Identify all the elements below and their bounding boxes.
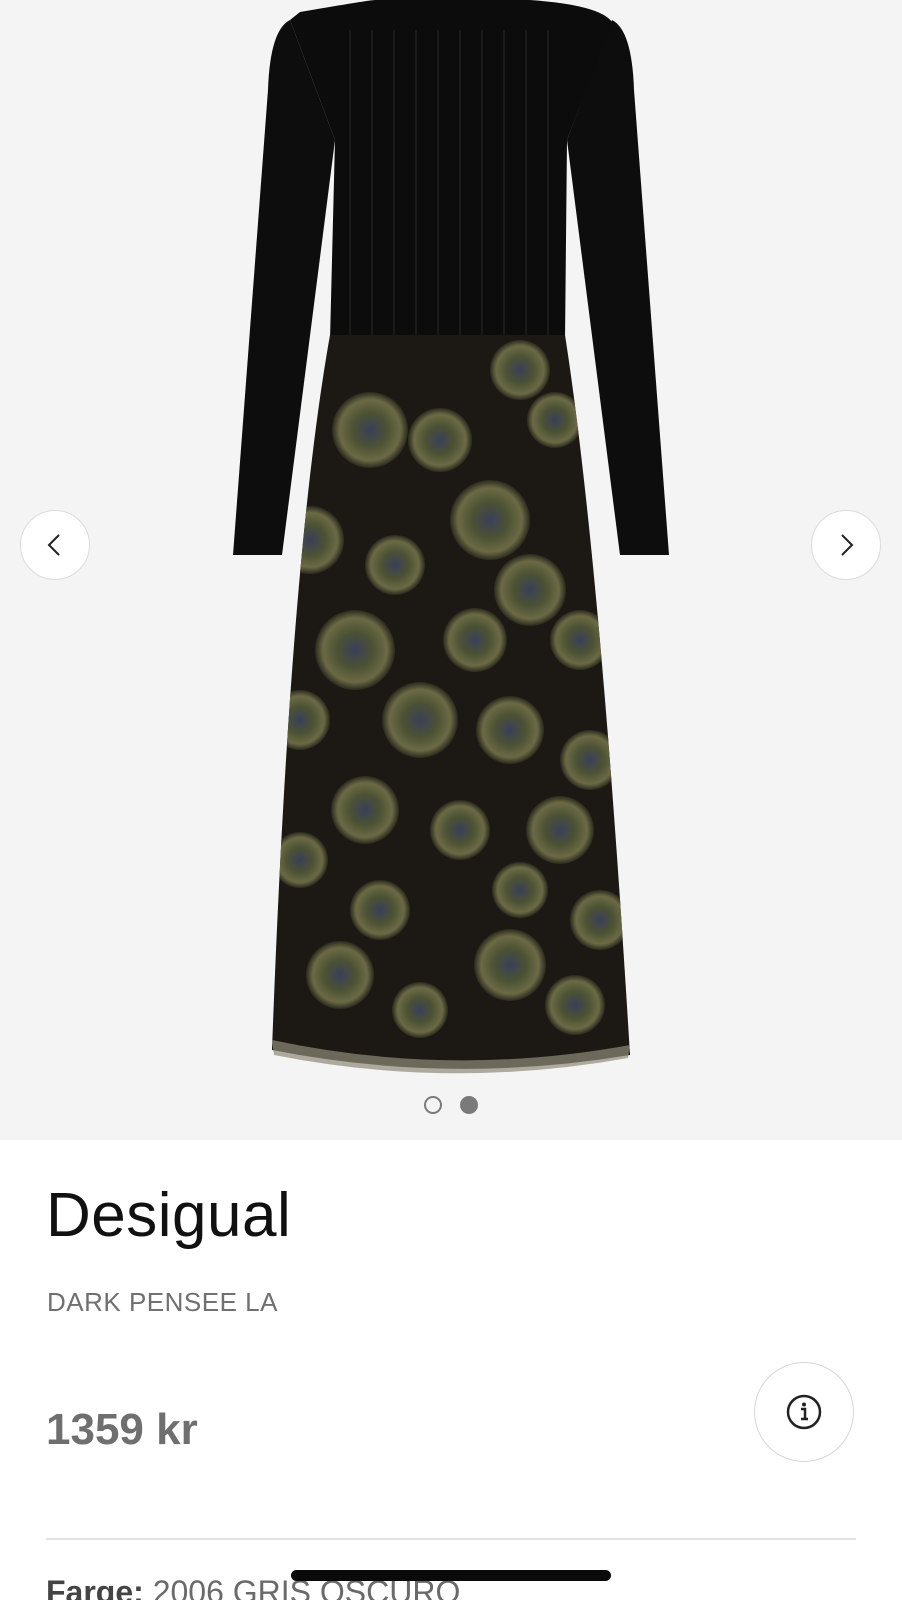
section-divider	[46, 1538, 856, 1540]
image-gallery[interactable]	[0, 0, 902, 1140]
gallery-pagination	[0, 1096, 902, 1114]
gallery-dot-1[interactable]	[424, 1096, 442, 1114]
info-icon	[786, 1394, 822, 1430]
chevron-right-icon	[841, 534, 854, 556]
product-title: DARK PENSEE LA	[47, 1287, 278, 1317]
color-label: Farge:	[46, 1574, 144, 1600]
gallery-dot-2-active[interactable]	[460, 1096, 478, 1114]
product-image	[233, 0, 669, 1074]
home-indicator[interactable]	[291, 1570, 611, 1581]
brand-name[interactable]: Desigual	[46, 1180, 291, 1251]
previous-image-button[interactable]	[20, 510, 90, 580]
product-page: Desigual DARK PENSEE LA 1359 kr Farge: 2…	[0, 0, 902, 1600]
chevron-left-icon	[47, 534, 60, 556]
product-price: 1359 kr	[46, 1405, 198, 1454]
next-image-button[interactable]	[811, 510, 881, 580]
price-info-button[interactable]	[754, 1362, 854, 1462]
